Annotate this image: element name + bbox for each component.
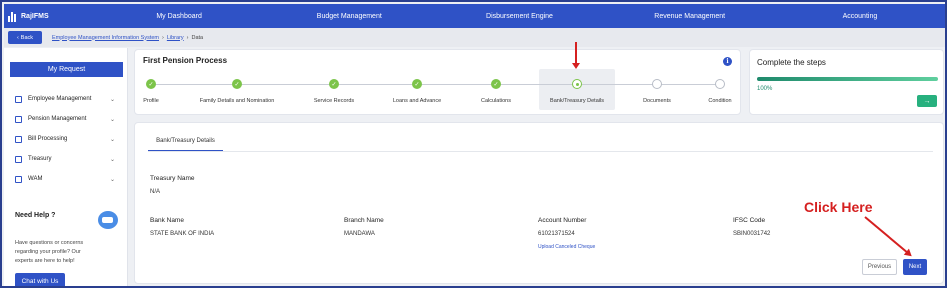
step-family-details[interactable]: ✓ Family Details and Nomination	[192, 79, 282, 104]
document-icon	[15, 155, 22, 163]
chat-bubble-icon	[98, 211, 118, 229]
progress-bar	[757, 77, 938, 81]
breadcrumb-item-library[interactable]: Library	[167, 35, 184, 41]
step-calculations[interactable]: ✓ Calculations	[451, 79, 541, 104]
my-request-button[interactable]: My Request	[10, 62, 123, 77]
sidebar-item-label: Bill Processing	[28, 136, 68, 142]
check-icon: ✓	[329, 79, 339, 89]
arrow-right-icon[interactable]: →	[917, 95, 937, 107]
document-icon	[15, 135, 22, 143]
nav-revenue-management[interactable]: Revenue Management	[605, 13, 775, 20]
nav-budget-management[interactable]: Budget Management	[264, 13, 434, 20]
chevron-left-icon: ‹	[16, 34, 19, 41]
nav-disbursement-engine[interactable]: Disbursement Engine	[434, 13, 604, 20]
tab-divider	[148, 151, 933, 152]
branch-name-value: MANDAWA	[344, 231, 375, 237]
step-label: Condition	[708, 98, 732, 104]
breadcrumb: Employee Management Information System ›…	[52, 35, 203, 41]
complete-steps-card: Complete the steps 100% →	[749, 49, 944, 115]
app-logo[interactable]: RajIFMS	[4, 10, 94, 22]
ifsc-code-value: SBIN0031742	[733, 231, 771, 237]
bank-name-value: STATE BANK OF INDIA	[150, 231, 215, 237]
click-here-annotation: Click Here	[804, 199, 873, 215]
back-button[interactable]: ‹ Back	[8, 31, 42, 44]
sidebar-item-label: Employee Management	[28, 96, 92, 102]
sidebar-item-bill-processing[interactable]: Bill Processing ⌄	[15, 133, 115, 145]
step-label: Documents	[643, 98, 671, 104]
treasury-name-value: N/A	[150, 189, 161, 195]
step-profile[interactable]: ✓ Profile	[106, 79, 196, 104]
top-navigation: RajIFMS My Dashboard Budget Management D…	[4, 4, 945, 28]
document-icon	[15, 175, 22, 183]
check-icon: ✓	[232, 79, 242, 89]
help-text: Have questions or concerns regarding you…	[15, 240, 84, 264]
bank-name-label: Bank Name	[150, 217, 184, 224]
check-icon: ✓	[491, 79, 501, 89]
document-icon	[15, 95, 22, 103]
back-button-label: Back	[20, 34, 34, 41]
document-icon	[15, 115, 22, 123]
treasury-name-label: Treasury Name	[150, 175, 195, 182]
tab-bank-treasury-details[interactable]: Bank/Treasury Details	[148, 132, 223, 151]
screenshot-frame: RajIFMS My Dashboard Budget Management D…	[0, 0, 947, 288]
chevron-down-icon: ⌄	[109, 116, 115, 123]
account-number-label: Account Number	[538, 217, 587, 224]
sidebar-item-label: Pension Management	[28, 116, 87, 122]
help-title: Need Help ?	[15, 212, 56, 219]
chevron-down-icon: ⌄	[109, 176, 115, 183]
breadcrumb-separator-icon: ›	[186, 34, 189, 41]
chat-with-us-button[interactable]: Chat with Us	[15, 273, 65, 286]
previous-button[interactable]: Previous	[862, 259, 897, 275]
sidebar-item-label: Treasury	[28, 156, 52, 162]
breadcrumb-separator-icon: ›	[162, 34, 164, 41]
app-name: RajIFMS	[21, 12, 49, 20]
complete-steps-title: Complete the steps	[757, 58, 826, 67]
breadcrumb-item-data: Data	[191, 34, 204, 41]
nav-my-dashboard[interactable]: My Dashboard	[94, 13, 264, 20]
step-label: Loans and Advance	[392, 98, 442, 104]
breadcrumb-bar: ‹ Back Employee Management Information S…	[4, 28, 945, 47]
pending-step-icon	[715, 79, 725, 89]
step-label: Family Details and Nomination	[199, 98, 275, 104]
step-label: Bank/Treasury Details	[550, 98, 604, 104]
annotation-arrow-down-icon	[572, 42, 580, 69]
progress-percent: 100%	[757, 86, 773, 92]
step-loans-and-advance[interactable]: ✓ Loans and Advance	[372, 79, 462, 104]
step-bank-treasury-details[interactable]: Bank/Treasury Details	[532, 79, 622, 104]
step-label: Calculations	[481, 98, 511, 104]
sidebar-item-treasury[interactable]: Treasury ⌄	[15, 153, 115, 165]
logo-bars-icon	[8, 10, 18, 22]
account-number-value: 61021371524	[538, 231, 575, 237]
check-icon: ✓	[146, 79, 156, 89]
current-step-icon	[572, 79, 582, 89]
nav-accounting[interactable]: Accounting	[775, 13, 945, 20]
step-service-records[interactable]: ✓ Service Records	[289, 79, 379, 104]
sidebar-item-label: WAM	[28, 176, 43, 182]
step-label: Service Records	[313, 98, 355, 104]
chevron-down-icon: ⌄	[109, 156, 115, 163]
breadcrumb-item-emis[interactable]: Employee Management Information System	[52, 35, 159, 41]
info-icon[interactable]: i	[723, 57, 732, 66]
next-button[interactable]: Next	[903, 259, 927, 275]
step-label: Profile	[143, 98, 159, 104]
sidebar-item-wam[interactable]: WAM ⌄	[15, 173, 115, 185]
progress-bar-fill	[757, 77, 938, 81]
check-icon: ✓	[412, 79, 422, 89]
pending-step-icon	[652, 79, 662, 89]
process-title: First Pension Process	[143, 56, 228, 65]
upload-canceled-cheque-link[interactable]: Upload Canceled Cheque	[538, 244, 595, 250]
branch-name-label: Branch Name	[344, 217, 384, 224]
sidebar-item-pension-management[interactable]: Pension Management ⌄	[15, 113, 115, 125]
process-card: First Pension Process i ✓ Profile ✓ Fami…	[134, 49, 741, 115]
sidebar-item-employee-management[interactable]: Employee Management ⌄	[15, 93, 115, 105]
ifsc-code-label: IFSC Code	[733, 217, 766, 224]
chevron-down-icon: ⌄	[109, 136, 115, 143]
